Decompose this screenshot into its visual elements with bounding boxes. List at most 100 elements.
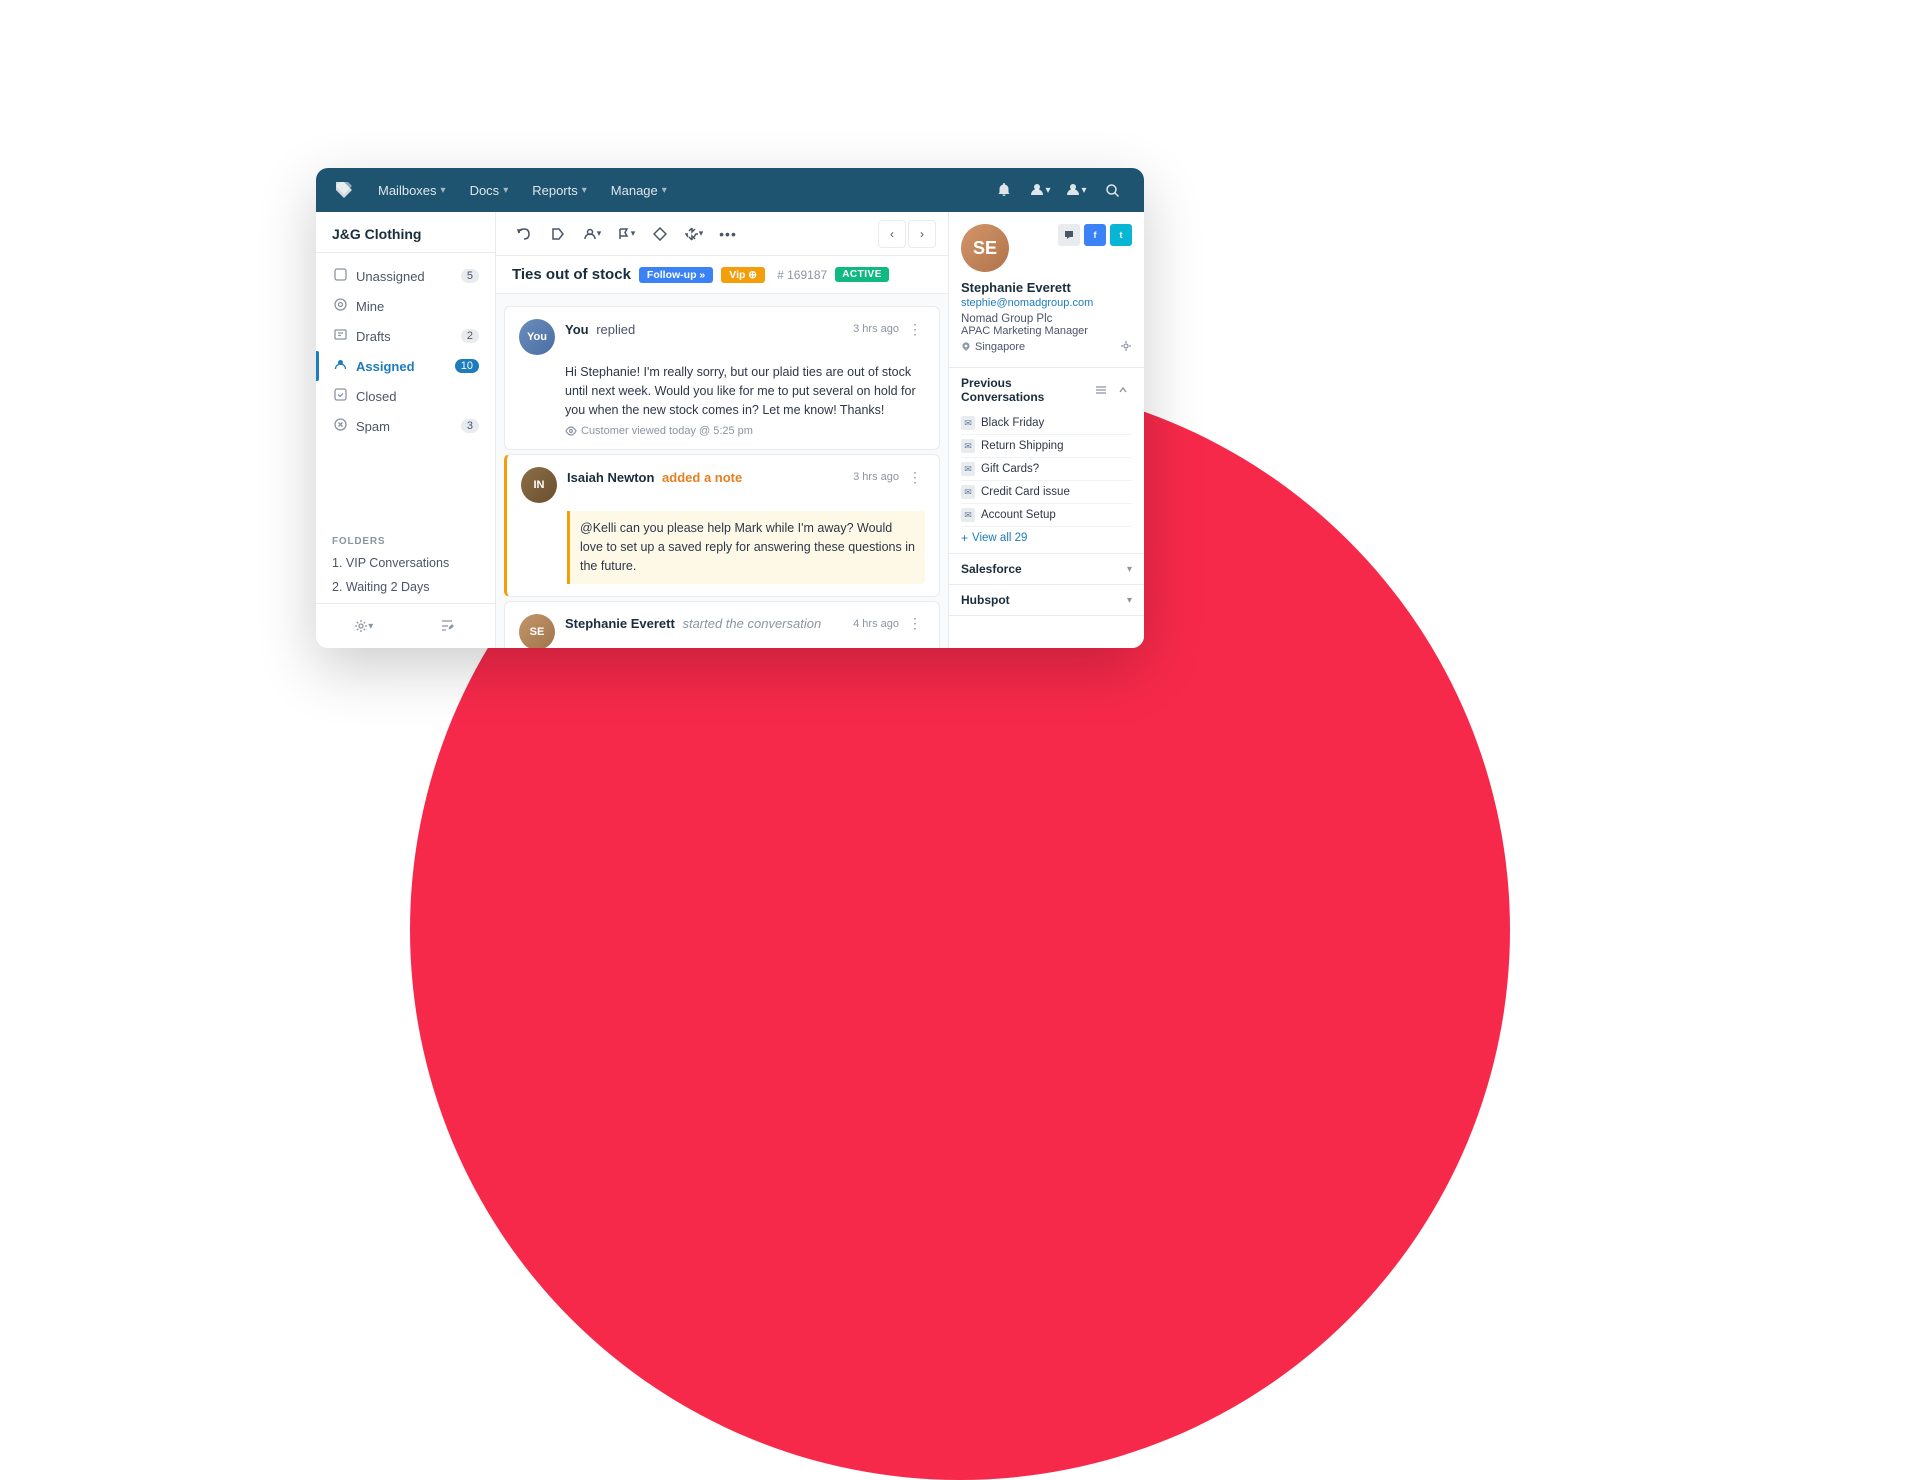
- collapse-button[interactable]: [1114, 381, 1132, 399]
- sidebar-item-mine[interactable]: Mine: [316, 291, 495, 321]
- folder-vip-conversations[interactable]: 1. VIP Conversations: [332, 551, 479, 575]
- sidebar-settings-button[interactable]: ▾: [324, 612, 404, 640]
- message-more-button[interactable]: ⋮: [905, 319, 925, 339]
- contact-social: f t: [1058, 224, 1132, 246]
- message-item: You You replied 3 hrs ago ⋮: [504, 306, 940, 450]
- salesforce-header[interactable]: Salesforce ▾: [961, 562, 1132, 576]
- contact-role: APAC Marketing Manager: [961, 325, 1132, 337]
- nav-reports[interactable]: Reports ▾: [522, 179, 597, 202]
- email-icon: ✉: [961, 462, 975, 476]
- prev-conv-credit-card[interactable]: ✉ Credit Card issue: [961, 481, 1132, 504]
- prev-convs-icons: [1092, 381, 1132, 399]
- hubspot-header[interactable]: Hubspot ▾: [961, 593, 1132, 607]
- unassigned-icon: [332, 268, 348, 284]
- vip-tag[interactable]: Vip ⊕: [721, 267, 765, 283]
- next-conversation-button[interactable]: ›: [908, 220, 936, 248]
- search-button[interactable]: [1096, 174, 1128, 206]
- folder-waiting-2-days[interactable]: 2. Waiting 2 Days: [332, 575, 479, 599]
- email-icon: ✉: [961, 439, 975, 453]
- sidebar-item-drafts[interactable]: Drafts 2: [316, 321, 495, 351]
- avatar: SE: [519, 614, 555, 649]
- main-content: J&G Clothing Unassigned 5: [316, 212, 1144, 648]
- message-header: SE Stephanie Everett started the convers…: [519, 614, 925, 649]
- prev-conv-item[interactable]: ✉ Account Setup: [961, 504, 1132, 527]
- message-meta: Isaiah Newton added a note 3 hrs ago ⋮: [567, 467, 925, 487]
- social-chat-button[interactable]: [1058, 224, 1080, 246]
- brand-name: J&G Clothing: [316, 212, 495, 253]
- conversation-subject: Ties out of stock: [512, 266, 631, 283]
- sidebar-compose-button[interactable]: [408, 612, 488, 640]
- assign-button[interactable]: ▾: [576, 218, 608, 250]
- assigned-count: 10: [455, 359, 479, 373]
- sidebar-item-unassigned[interactable]: Unassigned 5: [316, 261, 495, 291]
- social-facebook-button[interactable]: f: [1084, 224, 1106, 246]
- user-settings-button[interactable]: ▾: [1024, 174, 1056, 206]
- contact-location: Singapore: [961, 339, 1132, 355]
- contact-name: Stephanie Everett: [961, 280, 1132, 295]
- email-icon: ✉: [961, 485, 975, 499]
- hubspot-title: Hubspot: [961, 593, 1010, 607]
- sidebar: J&G Clothing Unassigned 5: [316, 212, 496, 648]
- notifications-button[interactable]: [988, 174, 1020, 206]
- message-time: 4 hrs ago: [853, 618, 899, 630]
- sidebar-nav: Unassigned 5 Mine: [316, 253, 495, 528]
- message-viewed: Customer viewed today @ 5:25 pm: [519, 425, 925, 437]
- conversation-header: Ties out of stock Follow-up » Vip ⊕ # 16…: [496, 256, 948, 294]
- avatar: IN: [521, 467, 557, 503]
- chevron-down-icon: ▾: [1127, 595, 1132, 606]
- prev-convs-title: Previous Conversations: [961, 376, 1092, 404]
- prev-conversation-button[interactable]: ‹: [878, 220, 906, 248]
- app-window: Mailboxes ▾ Docs ▾ Reports ▾ Manage ▾ ▾: [316, 168, 1144, 648]
- contact-avatar-row: SE f t: [961, 224, 1132, 272]
- prev-conv-item[interactable]: ✉ Return Shipping: [961, 435, 1132, 458]
- message-meta: You replied 3 hrs ago ⋮: [565, 319, 925, 339]
- list-view-button[interactable]: [1092, 381, 1110, 399]
- contact-header: SE f t Stephanie Everett stephie@nomadgr…: [949, 212, 1144, 368]
- chevron-down-icon: ▾: [441, 185, 446, 196]
- view-all-link[interactable]: + View all 29: [961, 531, 1132, 545]
- avatar-button[interactable]: ▾: [1060, 174, 1092, 206]
- drafts-count: 2: [461, 329, 479, 343]
- followup-tag[interactable]: Follow-up »: [639, 267, 713, 283]
- chevron-down-icon: ▾: [1127, 564, 1132, 575]
- message-more-button[interactable]: ⋮: [905, 614, 925, 634]
- message-header: IN Isaiah Newton added a note 3 hrs ago …: [521, 467, 925, 503]
- salesforce-title: Salesforce: [961, 562, 1022, 576]
- assigned-icon: [332, 358, 348, 374]
- tag-button[interactable]: [644, 218, 676, 250]
- nav-mailboxes[interactable]: Mailboxes ▾: [368, 179, 456, 202]
- contact-email[interactable]: stephie@nomadgroup.com: [961, 297, 1132, 309]
- social-twitter-button[interactable]: t: [1110, 224, 1132, 246]
- spam-count: 3: [461, 419, 479, 433]
- unassigned-count: 5: [461, 269, 479, 283]
- closed-icon: [332, 388, 348, 404]
- avatar: You: [519, 319, 555, 355]
- action-button[interactable]: ▾: [678, 218, 710, 250]
- message-sender: Stephanie Everett started the conversati…: [565, 616, 821, 631]
- message-time-row: 3 hrs ago ⋮: [853, 467, 925, 487]
- flag-button[interactable]: ▾: [610, 218, 642, 250]
- top-nav: Mailboxes ▾ Docs ▾ Reports ▾ Manage ▾ ▾: [316, 168, 1144, 212]
- contact-settings-button[interactable]: [1120, 339, 1132, 355]
- previous-conversations: Previous Conversations: [949, 368, 1144, 554]
- message-sender: You replied: [565, 322, 635, 337]
- label-button[interactable]: [542, 218, 574, 250]
- sidebar-item-spam[interactable]: Spam 3: [316, 411, 495, 441]
- prev-conv-item[interactable]: ✉ Gift Cards?: [961, 458, 1132, 481]
- app-logo: [332, 178, 356, 202]
- undo-button[interactable]: [508, 218, 540, 250]
- message-sender: Isaiah Newton added a note: [567, 470, 742, 485]
- nav-docs[interactable]: Docs ▾: [460, 179, 519, 202]
- sidebar-item-closed[interactable]: Closed: [316, 381, 495, 411]
- message-body: Hi Stephanie! I'm really sorry, but our …: [519, 363, 925, 419]
- spam-icon: [332, 418, 348, 434]
- prev-conv-item[interactable]: ✉ Black Friday: [961, 412, 1132, 435]
- sidebar-item-assigned[interactable]: Assigned 10: [316, 351, 495, 381]
- hubspot-section: Hubspot ▾: [949, 585, 1144, 616]
- active-status-badge: ACTIVE: [835, 267, 889, 282]
- conversation-toolbar: ▾ ▾ ▾: [496, 212, 948, 256]
- nav-manage[interactable]: Manage ▾: [601, 179, 677, 202]
- contact-avatar: SE: [961, 224, 1009, 272]
- message-more-button[interactable]: ⋮: [905, 467, 925, 487]
- more-button[interactable]: •••: [712, 218, 744, 250]
